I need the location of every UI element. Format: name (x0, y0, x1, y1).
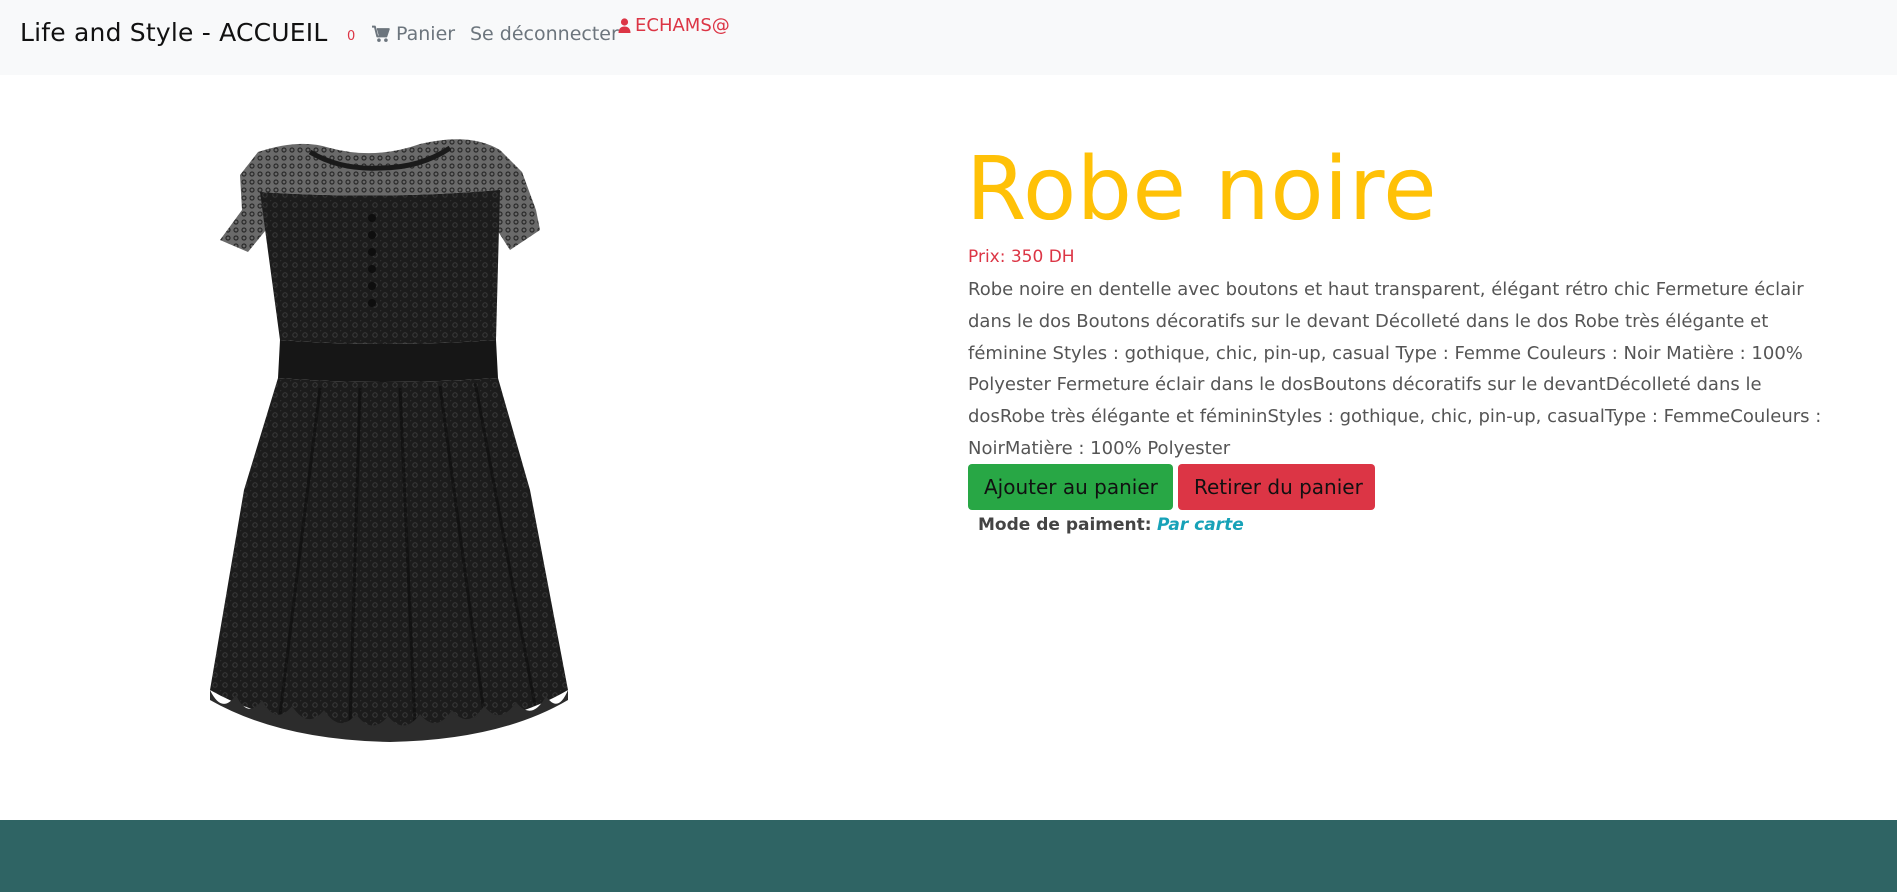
payment-mode: Mode de paiment: Par carte (978, 515, 1244, 535)
logout-link[interactable]: Se déconnecter (470, 23, 619, 45)
shopping-cart-icon (372, 25, 390, 42)
add-to-cart-button[interactable]: Ajouter au panier (968, 464, 1173, 510)
cart-link-label: Panier (396, 23, 456, 45)
product-image (210, 139, 568, 742)
payment-mode-label: Mode de paiment: (978, 515, 1152, 535)
brand-link[interactable]: Life and Style - ACCUEIL (20, 18, 327, 47)
user-name: ECHAMS@ (635, 15, 730, 36)
cart-link[interactable]: Panier (371, 23, 455, 45)
product-price: Prix: 350 DH (968, 247, 1075, 267)
remove-from-cart-button[interactable]: Retirer du panier (1178, 464, 1375, 510)
payment-mode-value: Par carte (1156, 515, 1244, 535)
footer (0, 820, 1897, 892)
navbar: Life and Style - ACCUEIL 0 Panier Se déc… (0, 0, 1897, 75)
cart-count-badge: 0 (347, 29, 356, 44)
product-description: Robe noire en dentelle avec boutons et h… (968, 279, 1822, 459)
user-icon (618, 18, 631, 33)
user-link[interactable]: ECHAMS@ (618, 15, 730, 36)
product-title: Robe noire (966, 138, 1438, 240)
